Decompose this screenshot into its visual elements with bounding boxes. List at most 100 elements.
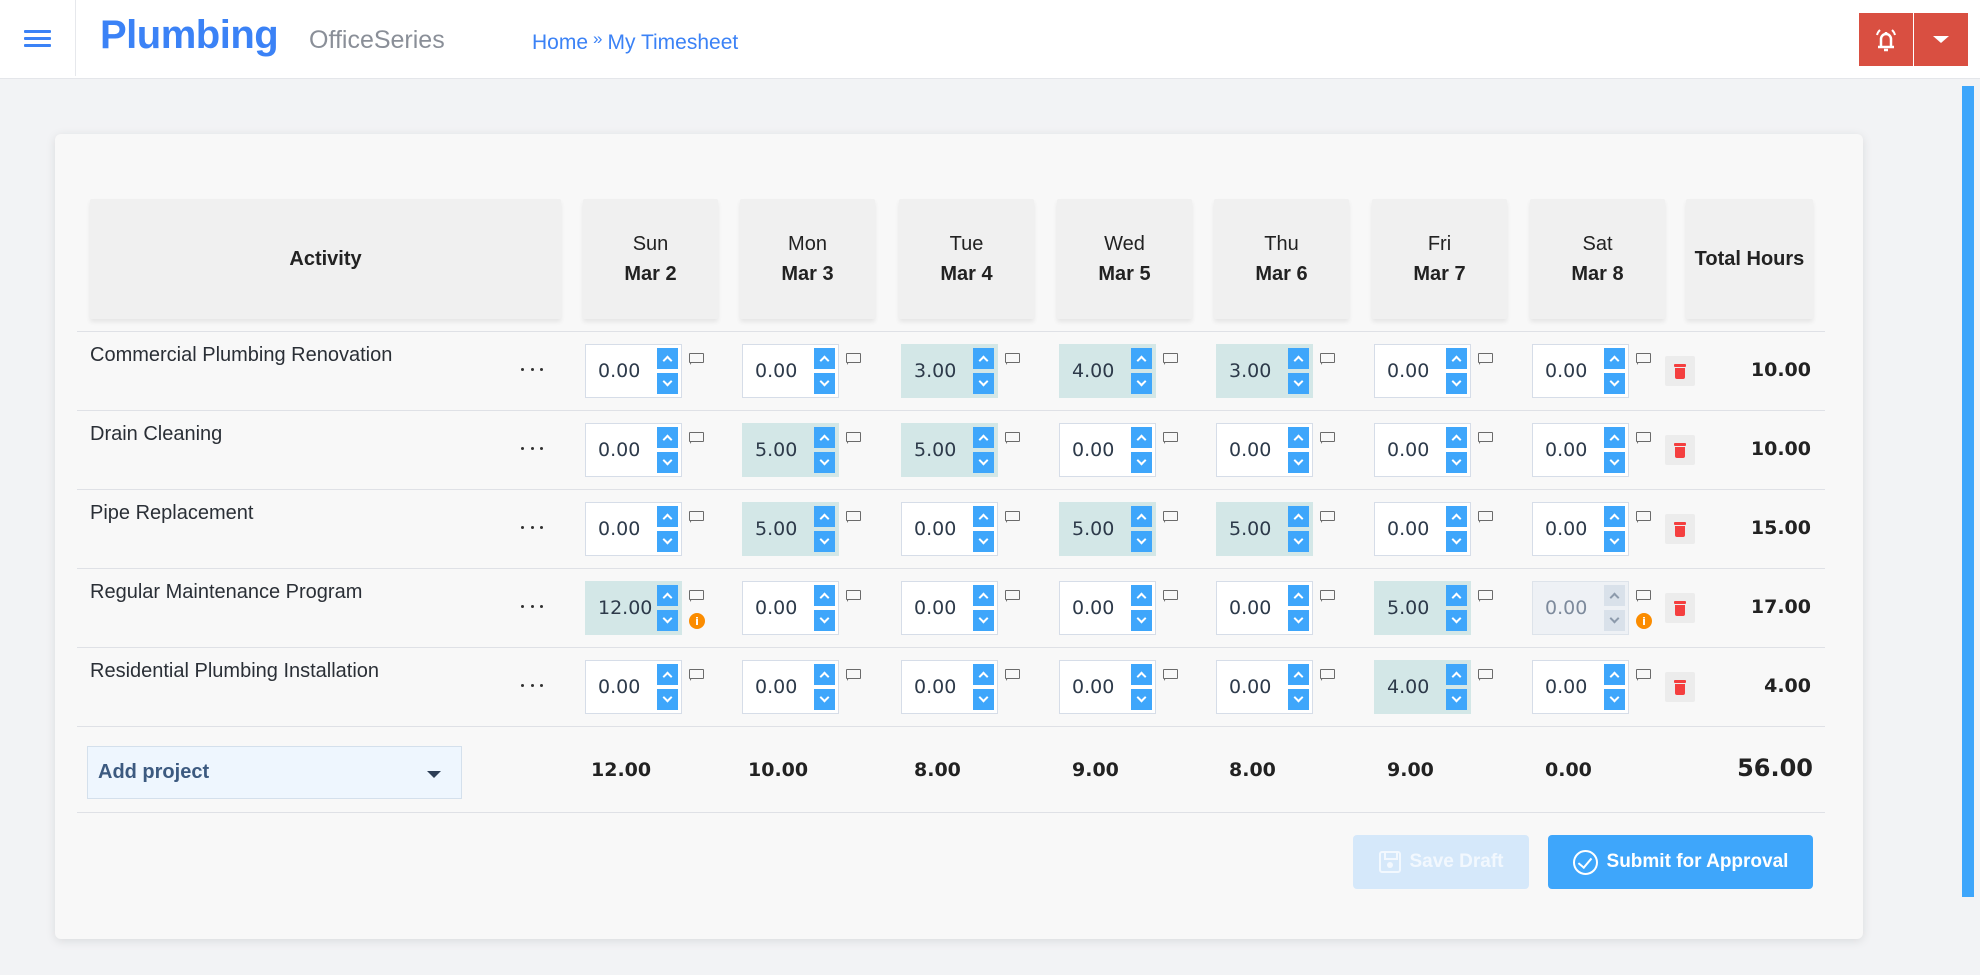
comment-icon[interactable] — [689, 590, 705, 604]
more-options-button[interactable] — [517, 353, 547, 373]
decrement-button[interactable] — [1288, 689, 1309, 710]
decrement-button[interactable] — [1604, 531, 1625, 552]
delete-row-button[interactable] — [1665, 356, 1695, 386]
save-draft-button[interactable]: Save Draft — [1353, 835, 1529, 889]
decrement-button[interactable] — [973, 689, 994, 710]
comment-icon[interactable] — [1163, 590, 1179, 604]
hours-input-sat[interactable]: 0.00 — [1532, 502, 1629, 556]
decrement-button[interactable] — [973, 373, 994, 394]
increment-button[interactable] — [1446, 585, 1467, 606]
decrement-button[interactable] — [1131, 610, 1152, 631]
hours-input-thu[interactable]: 0.00 — [1216, 660, 1313, 714]
hours-value[interactable]: 0.00 — [1545, 518, 1587, 540]
decrement-button[interactable] — [814, 689, 835, 710]
submit-for-approval-button[interactable]: Submit for Approval — [1548, 835, 1813, 889]
hours-input-sun[interactable]: 0.00 — [585, 423, 682, 477]
hours-input-thu[interactable]: 5.00 — [1216, 502, 1313, 556]
hours-input-thu[interactable]: 0.00 — [1216, 581, 1313, 635]
comment-icon[interactable] — [1478, 511, 1494, 525]
increment-button[interactable] — [814, 506, 835, 527]
increment-button[interactable] — [1446, 348, 1467, 369]
hours-value[interactable]: 5.00 — [755, 518, 797, 540]
comment-icon[interactable] — [1005, 432, 1021, 446]
comment-icon[interactable] — [1478, 432, 1494, 446]
decrement-button[interactable] — [1604, 373, 1625, 394]
hours-value[interactable]: 3.00 — [1229, 360, 1271, 382]
comment-icon[interactable] — [1163, 432, 1179, 446]
hamburger-icon[interactable] — [22, 26, 54, 52]
increment-button[interactable] — [1288, 585, 1309, 606]
more-options-button[interactable] — [517, 432, 547, 452]
increment-button[interactable] — [814, 585, 835, 606]
comment-icon[interactable] — [846, 432, 862, 446]
decrement-button[interactable] — [1604, 452, 1625, 473]
hours-input-mon[interactable]: 0.00 — [742, 344, 839, 398]
hours-input-tue[interactable]: 3.00 — [901, 344, 998, 398]
hours-input-fri[interactable]: 4.00 — [1374, 660, 1471, 714]
hours-value[interactable]: 0.00 — [598, 360, 640, 382]
decrement-button[interactable] — [814, 373, 835, 394]
hours-value[interactable]: 0.00 — [1072, 597, 1114, 619]
hours-value[interactable]: 0.00 — [914, 676, 956, 698]
increment-button[interactable] — [973, 506, 994, 527]
hours-input-tue[interactable]: 0.00 — [901, 581, 998, 635]
increment-button[interactable] — [1604, 427, 1625, 448]
increment-button[interactable] — [973, 664, 994, 685]
decrement-button[interactable] — [1131, 452, 1152, 473]
hours-input-sat[interactable]: 0.00 — [1532, 344, 1629, 398]
decrement-button[interactable] — [814, 452, 835, 473]
increment-button[interactable] — [1446, 506, 1467, 527]
increment-button[interactable] — [814, 427, 835, 448]
hours-value[interactable]: 0.00 — [914, 518, 956, 540]
delete-row-button[interactable] — [1665, 435, 1695, 465]
increment-button[interactable] — [1288, 506, 1309, 527]
comment-icon[interactable] — [1005, 511, 1021, 525]
more-options-button[interactable] — [517, 511, 547, 531]
comment-icon[interactable] — [689, 353, 705, 367]
info-warning-icon[interactable]: i — [1636, 613, 1652, 629]
hours-value[interactable]: 0.00 — [1387, 360, 1429, 382]
hours-value[interactable]: 0.00 — [598, 439, 640, 461]
hours-value[interactable]: 0.00 — [1229, 676, 1271, 698]
hours-value[interactable]: 0.00 — [1387, 518, 1429, 540]
comment-icon[interactable] — [1636, 432, 1652, 446]
increment-button[interactable] — [657, 506, 678, 527]
increment-button[interactable] — [1131, 664, 1152, 685]
comment-icon[interactable] — [689, 511, 705, 525]
comment-icon[interactable] — [1163, 353, 1179, 367]
decrement-button[interactable] — [1288, 610, 1309, 631]
hours-input-thu[interactable]: 0.00 — [1216, 423, 1313, 477]
decrement-button[interactable] — [657, 610, 678, 631]
increment-button[interactable] — [1131, 585, 1152, 606]
hours-value[interactable]: 5.00 — [1072, 518, 1114, 540]
hours-value[interactable]: 0.00 — [1072, 439, 1114, 461]
comment-icon[interactable] — [1478, 353, 1494, 367]
comment-icon[interactable] — [1163, 511, 1179, 525]
hours-input-wed[interactable]: 5.00 — [1059, 502, 1156, 556]
hours-value[interactable]: 12.00 — [598, 597, 652, 619]
comment-icon[interactable] — [1478, 590, 1494, 604]
comment-icon[interactable] — [1636, 590, 1652, 604]
hours-input-fri[interactable]: 0.00 — [1374, 344, 1471, 398]
hours-input-sun[interactable]: 0.00 — [585, 660, 682, 714]
comment-icon[interactable] — [846, 590, 862, 604]
decrement-button[interactable] — [814, 610, 835, 631]
delete-row-button[interactable] — [1665, 593, 1695, 623]
delete-row-button[interactable] — [1665, 672, 1695, 702]
comment-icon[interactable] — [1636, 511, 1652, 525]
decrement-button[interactable] — [814, 531, 835, 552]
hours-input-mon[interactable]: 5.00 — [742, 423, 839, 477]
hours-input-tue[interactable]: 0.00 — [901, 660, 998, 714]
add-project-dropdown[interactable]: Add project — [87, 746, 462, 799]
comment-icon[interactable] — [1478, 669, 1494, 683]
comment-icon[interactable] — [1005, 669, 1021, 683]
info-warning-icon[interactable]: i — [689, 613, 705, 629]
hours-value[interactable]: 0.00 — [1545, 676, 1587, 698]
decrement-button[interactable] — [657, 531, 678, 552]
hours-value[interactable]: 4.00 — [1072, 360, 1114, 382]
decrement-button[interactable] — [1446, 452, 1467, 473]
comment-icon[interactable] — [1320, 432, 1336, 446]
more-options-button[interactable] — [517, 669, 547, 689]
hours-value[interactable]: 0.00 — [1545, 360, 1587, 382]
hours-input-sun[interactable]: 0.00 — [585, 502, 682, 556]
